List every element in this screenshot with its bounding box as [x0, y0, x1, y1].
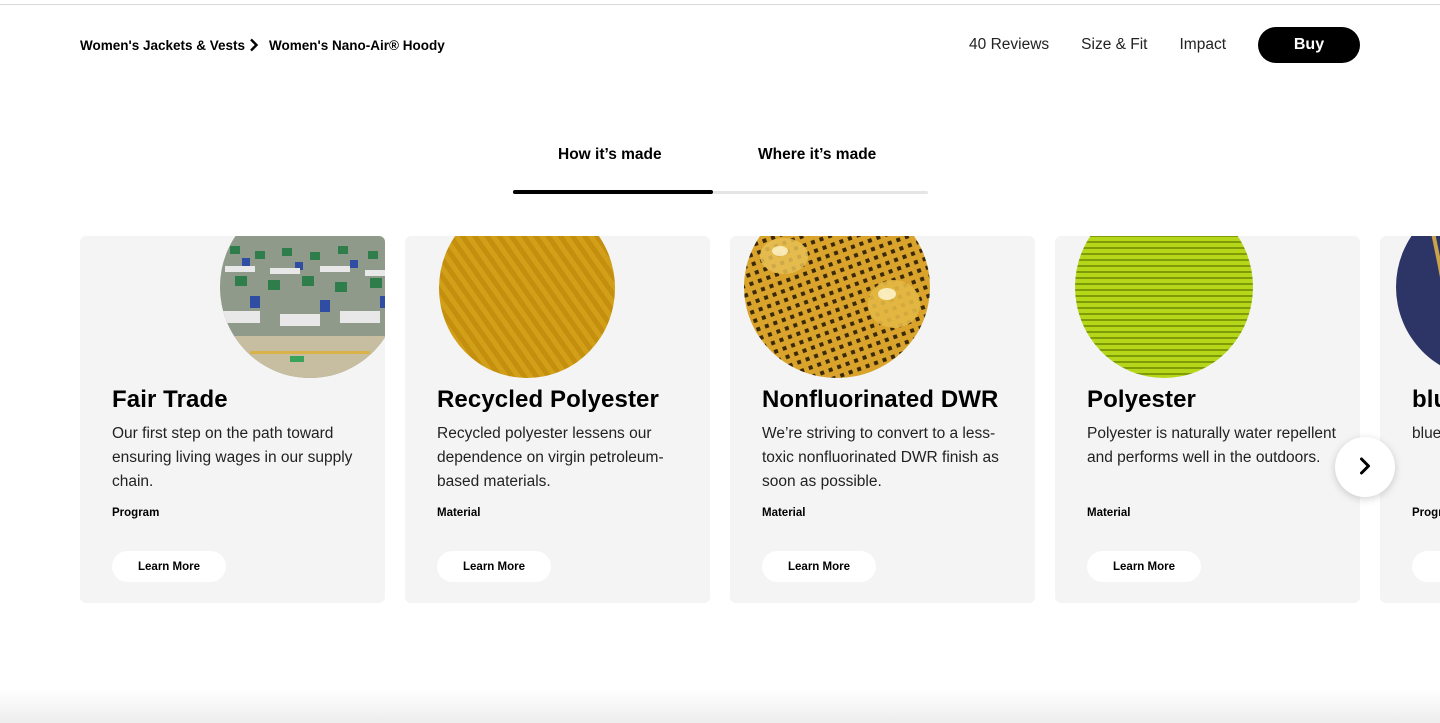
learn-more-button[interactable]: Learn More: [1087, 551, 1201, 582]
water-droplets-fabric-photo: [744, 236, 930, 378]
product-subnav: Women's Jackets & Vests Women's Nano-Air…: [0, 25, 1440, 65]
card-title: Polyester: [1087, 386, 1196, 413]
card-tag: Progr: [1412, 507, 1440, 519]
impact-card: Nonfluorinated DWR We’re striving to con…: [730, 236, 1035, 603]
section-bottom-shadow: [0, 690, 1440, 723]
impact-card: blu blue chai are Progr L: [1380, 236, 1440, 603]
buy-button[interactable]: Buy: [1258, 27, 1360, 63]
nav-reviews-link[interactable]: 40 Reviews: [969, 36, 1049, 54]
chevron-right-icon: [245, 37, 269, 53]
card-description: Our first step on the path toward ensuri…: [112, 425, 353, 490]
learn-more-button[interactable]: Learn More: [112, 551, 226, 582]
impact-card: Fair Trade Our first step on the path to…: [80, 236, 385, 603]
card-tag: Material: [1087, 507, 1131, 519]
tab-active-indicator: [513, 190, 713, 194]
factory-workers-photo: [220, 236, 385, 378]
card-title: blu: [1412, 386, 1440, 413]
nav-impact-link[interactable]: Impact: [1179, 36, 1226, 54]
card-description: Polyester is naturally water repellent a…: [1087, 425, 1336, 466]
carousel-next-button[interactable]: [1335, 437, 1395, 497]
impact-tabs: How it’s made Where it’s made: [513, 140, 928, 196]
breadcrumb-parent-link[interactable]: Women's Jackets & Vests: [80, 38, 245, 53]
green-fabric-photo: [1075, 236, 1253, 378]
card-tag: Material: [437, 507, 481, 519]
card-tag: Program: [112, 507, 160, 519]
nav-size-fit-link[interactable]: Size & Fit: [1081, 36, 1147, 54]
card-description: blue chai are: [1412, 425, 1440, 442]
learn-more-button[interactable]: L: [1412, 551, 1440, 582]
card-description: We’re striving to convert to a less-toxi…: [762, 425, 999, 490]
navy-fabric-photo: [1396, 236, 1440, 378]
top-divider: [0, 4, 1440, 5]
breadcrumb: Women's Jackets & Vests Women's Nano-Air…: [80, 37, 445, 53]
tab-how-its-made[interactable]: How it’s made: [558, 146, 662, 164]
breadcrumb-current: Women's Nano-Air® Hoody: [269, 37, 445, 53]
tab-where-its-made[interactable]: Where it’s made: [758, 146, 876, 164]
impact-card: Polyester Polyester is naturally water r…: [1055, 236, 1360, 603]
card-title: Recycled Polyester: [437, 386, 659, 413]
card-title: Fair Trade: [112, 386, 228, 413]
card-description: Recycled polyester lessens our dependenc…: [437, 425, 664, 490]
impact-card: Recycled Polyester Recycled polyester le…: [405, 236, 710, 603]
yellow-fabric-photo: [439, 236, 615, 378]
chevron-right-icon: [1358, 457, 1372, 478]
card-tag: Material: [762, 507, 806, 519]
impact-carousel: Fair Trade Our first step on the path to…: [0, 236, 1440, 603]
learn-more-button[interactable]: Learn More: [762, 551, 876, 582]
card-title: Nonfluorinated DWR: [762, 386, 999, 413]
product-nav: 40 Reviews Size & Fit Impact Buy: [969, 25, 1360, 65]
learn-more-button[interactable]: Learn More: [437, 551, 551, 582]
